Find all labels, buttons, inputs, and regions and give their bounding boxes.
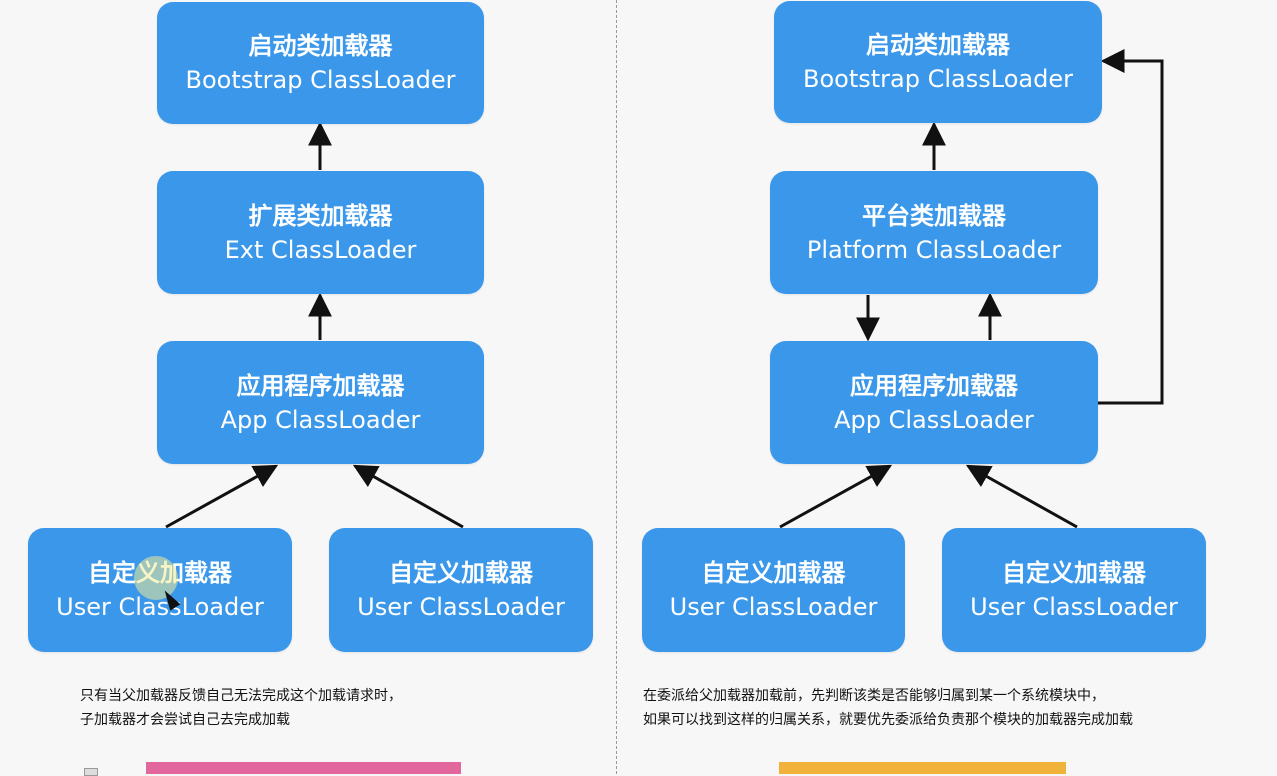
arrow-right-user1-to-app [779,464,893,529]
arrow-left-user2-to-app [352,464,464,529]
left-note-line-1: 只有当父加载器反馈自己无法完成这个加载请求时， [80,688,402,704]
left-user-loader-box-2: 自定义加载器 User ClassLoader [329,528,593,652]
left-app-cn-label: 应用程序加载器 [236,371,405,400]
left-note: 只有当父加载器反馈自己无法完成这个加载请求时， 子加载器才会尝试自己去完成加载 [80,684,402,732]
right-user2-en-label: User ClassLoader [970,593,1178,621]
left-user2-cn-label: 自定义加载器 [389,559,533,587]
column-divider [616,0,617,774]
right-user-loader-box-2: 自定义加载器 User ClassLoader [942,528,1206,652]
left-bottom-bar [146,762,461,774]
right-note-line-2: 如果可以找到这样的归属关系，就要优先委派给负责那个模块的加载器完成加载 [643,712,1133,728]
right-user1-cn-label: 自定义加载器 [701,559,846,587]
arrow-right-user2-to-app [965,464,1078,529]
right-note-line-1: 在委派给父加载器加载前，先判断该类是否能够归属到某一个系统模块中， [643,688,1105,704]
left-user2-en-label: User ClassLoader [357,593,565,621]
right-bootstrap-cn-label: 启动类加载器 [866,31,1010,59]
left-note-line-2: 子加载器才会尝试自己去完成加载 [80,712,290,728]
left-app-en-label: App ClassLoader [220,405,421,434]
right-note: 在委派给父加载器加载前，先判断该类是否能够归属到某一个系统模块中， 如果可以找到… [643,684,1133,732]
left-bootstrap-loader-box: 启动类加载器 Bootstrap ClassLoader [157,2,484,124]
right-platform-cn-label: 平台类加载器 [862,201,1006,230]
right-platform-loader-box: 平台类加载器 Platform ClassLoader [770,171,1098,294]
arrow-left-user1-to-app [165,464,279,529]
bottom-small-square [84,768,98,776]
right-platform-en-label: Platform ClassLoader [806,235,1062,264]
right-app-cn-label: 应用程序加载器 [850,371,1018,400]
right-bootstrap-en-label: Bootstrap ClassLoader [803,65,1073,93]
right-app-en-label: App ClassLoader [834,405,1034,434]
right-user2-cn-label: 自定义加载器 [1002,559,1146,587]
right-user1-en-label: User ClassLoader [669,593,878,621]
left-ext-loader-box: 扩展类加载器 Ext ClassLoader [157,171,484,294]
right-bottom-bar [779,762,1066,774]
right-app-loader-box: 应用程序加载器 App ClassLoader [770,341,1098,464]
left-app-loader-box: 应用程序加载器 App ClassLoader [157,341,484,464]
right-bootstrap-loader-box: 启动类加载器 Bootstrap ClassLoader [774,1,1102,123]
left-bootstrap-en-label: Bootstrap ClassLoader [185,66,456,94]
arrow-right-app-to-bootstrap [1098,49,1164,405]
left-ext-cn-label: 扩展类加载器 [248,201,393,230]
left-bootstrap-cn-label: 启动类加载器 [248,32,393,60]
right-user-loader-box-1: 自定义加载器 User ClassLoader [642,528,905,652]
left-ext-en-label: Ext ClassLoader [224,235,417,264]
